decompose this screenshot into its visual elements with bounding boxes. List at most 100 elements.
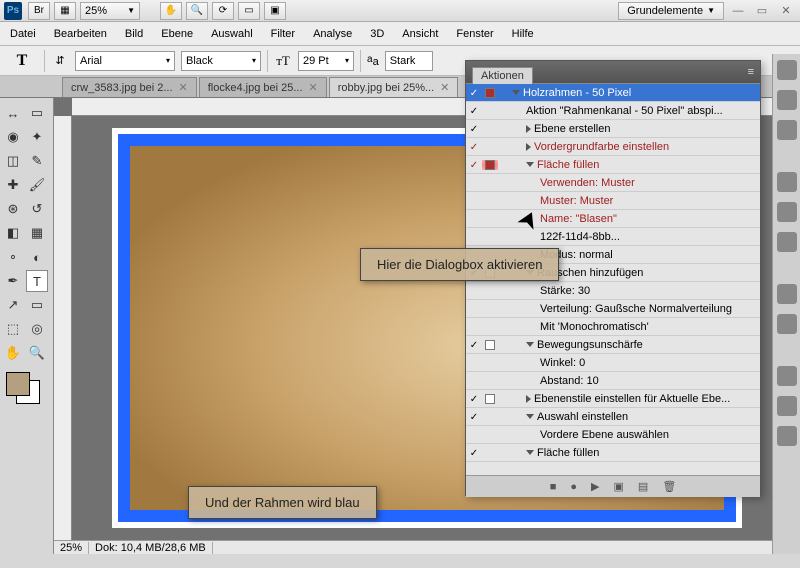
foreground-color[interactable] xyxy=(6,372,30,396)
action-toggle[interactable] xyxy=(466,159,482,171)
gradient-tool[interactable]: ▦ xyxy=(26,222,48,244)
dock-icon[interactable] xyxy=(777,120,797,140)
path-tool[interactable]: ↗ xyxy=(2,294,24,316)
action-toggle[interactable] xyxy=(466,447,482,459)
dock-icon[interactable] xyxy=(777,366,797,386)
menu-auswahl[interactable]: Auswahl xyxy=(211,28,253,40)
action-toggle[interactable] xyxy=(466,339,482,351)
record-button[interactable]: ● xyxy=(570,481,577,493)
dock-icon[interactable] xyxy=(777,60,797,80)
zoom-dropdown[interactable]: 25%▼ xyxy=(80,2,140,20)
rotate-view-button[interactable]: ⟳ xyxy=(212,2,234,20)
action-row[interactable]: Fläche füllen xyxy=(466,156,760,174)
dodge-tool[interactable]: ◐ xyxy=(26,246,48,268)
action-dialog-toggle[interactable] xyxy=(482,394,498,404)
minimize-button[interactable]: — xyxy=(728,3,748,19)
action-row[interactable]: Ebenenstile einstellen für Aktuelle Ebe.… xyxy=(466,390,760,408)
lasso-tool[interactable]: ◉ xyxy=(2,126,24,148)
action-row[interactable]: Bewegungsunschärfe xyxy=(466,336,760,354)
menu-fenster[interactable]: Fenster xyxy=(456,28,493,40)
action-toggle[interactable] xyxy=(466,87,482,99)
panel-menu-icon[interactable]: ≡ xyxy=(748,66,754,78)
pan-tool-button[interactable]: ✋ xyxy=(160,2,182,20)
menu-bild[interactable]: Bild xyxy=(125,28,143,40)
zoom-tool[interactable]: 🔍 xyxy=(26,342,48,364)
dock-icon[interactable] xyxy=(777,202,797,222)
menu-filter[interactable]: Filter xyxy=(271,28,295,40)
arrange-button[interactable]: ▭ xyxy=(238,2,260,20)
menu-datei[interactable]: Datei xyxy=(10,28,36,40)
tab-close-icon[interactable]: ✕ xyxy=(440,81,449,94)
action-toggle[interactable] xyxy=(466,393,482,405)
type-tool[interactable]: T xyxy=(26,270,48,292)
action-row[interactable]: Muster: Muster xyxy=(466,192,760,210)
marquee-tool[interactable]: ▭ xyxy=(26,102,48,124)
hand-tool[interactable]: ✋ xyxy=(2,342,24,364)
wand-tool[interactable]: ✦ xyxy=(26,126,48,148)
play-button[interactable]: ▶ xyxy=(591,480,599,493)
menu-ansicht[interactable]: Ansicht xyxy=(402,28,438,40)
trash-button[interactable]: 🗑 xyxy=(662,480,676,493)
screen-mode-button[interactable]: ▣ xyxy=(264,2,286,20)
status-doc-size[interactable]: Dok: 10,4 MB/28,6 MB xyxy=(89,542,213,554)
action-row[interactable]: Stärke: 30 xyxy=(466,282,760,300)
menu-hilfe[interactable]: Hilfe xyxy=(512,28,534,40)
action-row[interactable]: Ebene erstellen xyxy=(466,120,760,138)
panel-header[interactable]: Aktionen ≡ xyxy=(466,61,760,83)
new-action-button[interactable]: ▤ xyxy=(638,480,648,493)
maximize-button[interactable]: ▭ xyxy=(752,3,772,19)
action-toggle[interactable] xyxy=(466,105,482,117)
action-row[interactable]: Fläche füllen xyxy=(466,444,760,462)
action-toggle[interactable] xyxy=(466,411,482,423)
close-button[interactable]: ✕ xyxy=(776,3,796,19)
tab-close-icon[interactable]: ✕ xyxy=(179,81,188,94)
action-dialog-toggle[interactable] xyxy=(482,340,498,350)
history-brush-tool[interactable]: ↺ xyxy=(26,198,48,220)
move-tool[interactable]: ↔ xyxy=(2,102,24,124)
font-style-dropdown[interactable]: Black▾ xyxy=(181,51,261,71)
new-set-button[interactable]: ▣ xyxy=(614,480,624,493)
document-tab[interactable]: flocke4.jpg bei 25...✕ xyxy=(199,77,327,97)
tab-close-icon[interactable]: ✕ xyxy=(309,81,318,94)
action-row[interactable]: Verteilung: Gaußsche Normalverteilung xyxy=(466,300,760,318)
dock-icon[interactable] xyxy=(777,426,797,446)
action-row[interactable]: Vordergrundfarbe einstellen xyxy=(466,138,760,156)
action-row[interactable]: Vordere Ebene auswählen xyxy=(466,426,760,444)
shape-tool[interactable]: ▭ xyxy=(26,294,48,316)
text-orientation-button[interactable]: ⇵ xyxy=(51,52,69,70)
menu-3d[interactable]: 3D xyxy=(370,28,384,40)
action-row[interactable]: Verwenden: Muster xyxy=(466,174,760,192)
action-row[interactable]: Aktion "Rahmenkanal - 50 Pixel" abspi... xyxy=(466,102,760,120)
action-row[interactable]: Holzrahmen - 50 Pixel xyxy=(466,84,760,102)
action-row[interactable]: 122f-11d4-8bb... xyxy=(466,228,760,246)
document-tab[interactable]: robby.jpg bei 25%...✕ xyxy=(329,77,459,97)
action-dialog-toggle[interactable] xyxy=(482,88,498,98)
menu-analyse[interactable]: Analyse xyxy=(313,28,352,40)
color-swatch[interactable] xyxy=(6,372,46,402)
font-size-dropdown[interactable]: 29 Pt▾ xyxy=(298,51,354,71)
blur-tool[interactable]: ∘ xyxy=(2,246,24,268)
action-row[interactable]: Mit 'Monochromatisch' xyxy=(466,318,760,336)
zoom-tool-button[interactable]: 🔍 xyxy=(186,2,208,20)
eyedropper-tool[interactable]: ✎ xyxy=(26,150,48,172)
document-tab[interactable]: crw_3583.jpg bei 2...✕ xyxy=(62,77,197,97)
menu-ebene[interactable]: Ebene xyxy=(161,28,193,40)
font-family-dropdown[interactable]: Arial▾ xyxy=(75,51,175,71)
crop-tool[interactable]: ◫ xyxy=(2,150,24,172)
action-row[interactable]: Abstand: 10 xyxy=(466,372,760,390)
heal-tool[interactable]: ✚ xyxy=(2,174,24,196)
pen-tool[interactable]: ✒ xyxy=(2,270,24,292)
antialias-dropdown[interactable]: Stark xyxy=(385,51,433,71)
dock-icon[interactable] xyxy=(777,172,797,192)
panel-tab[interactable]: Aktionen xyxy=(472,67,533,84)
action-toggle[interactable] xyxy=(466,123,482,135)
menu-bearbeiten[interactable]: Bearbeiten xyxy=(54,28,107,40)
3d-camera-tool[interactable]: ◎ xyxy=(26,318,48,340)
action-dialog-toggle[interactable] xyxy=(482,160,498,170)
dock-icon[interactable] xyxy=(777,284,797,304)
workspace-dropdown[interactable]: Grundelemente ▼ xyxy=(618,2,724,20)
dock-icon[interactable] xyxy=(777,396,797,416)
bridge-button[interactable]: Br xyxy=(28,2,50,20)
dock-icon[interactable] xyxy=(777,90,797,110)
dock-icon[interactable] xyxy=(777,232,797,252)
